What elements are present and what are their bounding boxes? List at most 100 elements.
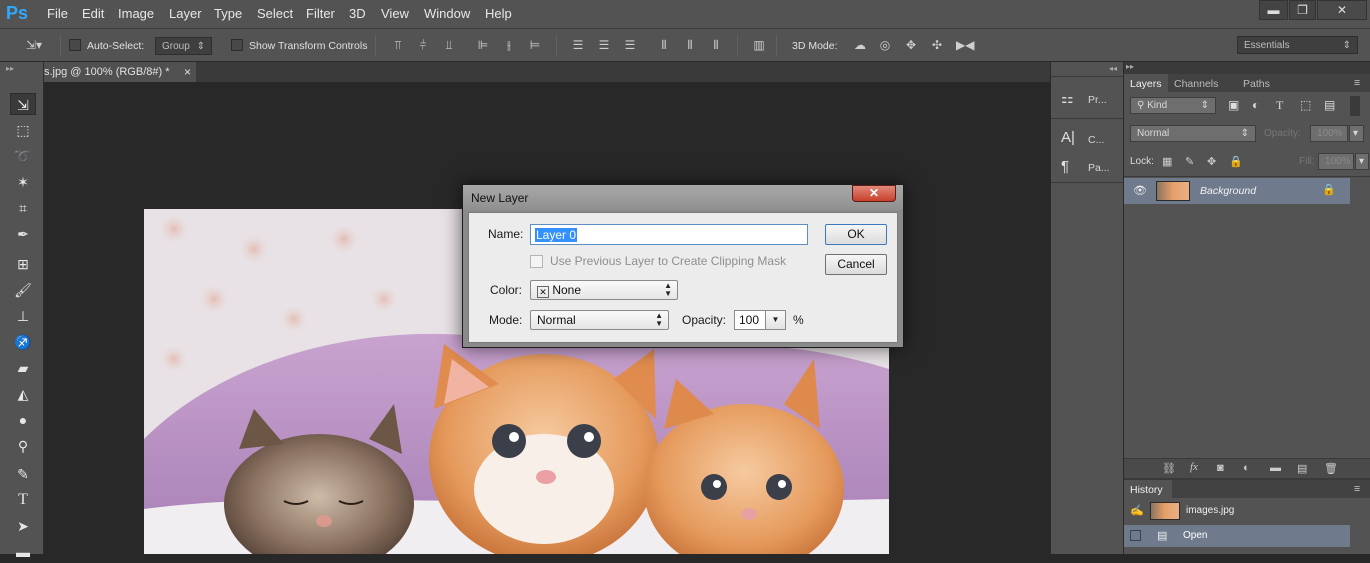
path-selection-tool-icon[interactable]: ➤ [10, 515, 36, 537]
tab-channels[interactable]: Channels [1174, 78, 1218, 90]
history-snapshot-row[interactable]: ✍ images.jpg [1124, 498, 1350, 524]
align-bottom-icon[interactable]: ⫫ [442, 38, 456, 52]
history-state-open[interactable]: ▤ Open [1124, 525, 1350, 547]
minimize-button[interactable]: ▬ [1259, 0, 1288, 20]
document-close-icon[interactable]: × [184, 65, 191, 79]
menu-layer[interactable]: Layer [169, 6, 202, 21]
opacity-field[interactable]: 100% [1310, 125, 1348, 142]
history-brush-source-icon[interactable]: ✍ [1130, 504, 1144, 517]
new-group-icon[interactable]: ▬ [1270, 462, 1281, 474]
filter-smart-object-icon[interactable]: ▤ [1324, 98, 1335, 112]
lock-all-icon[interactable]: 🔒 [1229, 155, 1243, 168]
filter-toggle[interactable] [1350, 96, 1360, 116]
lasso-tool-icon[interactable]: ➰ [10, 145, 36, 167]
distribute-top-icon[interactable]: ☰ [571, 38, 585, 52]
align-top-icon[interactable]: ⫪ [391, 38, 405, 52]
3d-rotate-icon[interactable]: ☁ [851, 38, 869, 52]
menu-filter[interactable]: Filter [306, 6, 335, 21]
link-layers-icon[interactable]: ⛓ [1162, 462, 1176, 475]
layer-name-input[interactable]: Layer 0 [530, 224, 808, 245]
clone-stamp-tool-icon[interactable]: ⊥ [10, 305, 36, 327]
opacity-input[interactable]: 100 [734, 310, 766, 330]
pen-tool-icon[interactable]: ✎ [10, 463, 36, 485]
menu-edit[interactable]: Edit [82, 6, 104, 21]
filter-type-icon[interactable]: T [1276, 98, 1283, 113]
dodge-tool-icon[interactable]: ⚲ [10, 435, 36, 457]
history-menu-icon[interactable]: ≡ [1354, 483, 1360, 495]
mini-panel-properties[interactable]: Pr... [1088, 94, 1107, 106]
distribute-vcenter-icon[interactable]: ☰ [597, 38, 611, 52]
align-hcenter-icon[interactable]: ⫲ [502, 38, 516, 52]
filter-pixel-icon[interactable]: ▣ [1228, 98, 1239, 112]
mode-dropdown[interactable]: Normal ▲ ▼ [530, 310, 669, 330]
move-tool-icon[interactable]: ⇲▾ [22, 38, 46, 52]
brush-tool-icon[interactable]: 🖌 [10, 279, 36, 301]
healing-brush-tool-icon[interactable]: ⊞ [10, 253, 36, 275]
lock-position-icon[interactable]: ✥ [1207, 155, 1216, 168]
opacity-dropdown-icon[interactable]: ▾ [1349, 125, 1364, 142]
type-tool-icon[interactable]: T [10, 489, 36, 511]
menu-type[interactable]: Type [214, 6, 242, 21]
auto-select-dropdown[interactable]: Group ⇕ [155, 37, 212, 55]
ok-button[interactable]: OK [825, 224, 887, 245]
eyedropper-tool-icon[interactable]: ✒ [10, 223, 36, 245]
blend-mode-dropdown[interactable]: Normal ⇕ [1130, 125, 1256, 142]
crop-tool-icon[interactable]: ⌗ [10, 197, 36, 219]
history-brush-tool-icon[interactable]: ♐ [10, 331, 36, 353]
adjustment-layer-icon[interactable]: ◐ [1243, 462, 1250, 474]
move-tool-icon[interactable]: ⇲ [10, 93, 36, 115]
add-mask-icon[interactable]: ◙ [1217, 462, 1224, 474]
shape-tool-icon[interactable]: ▬ [10, 541, 36, 563]
distribute-hcenter-icon[interactable]: ⦀ [683, 38, 697, 52]
filter-adjustment-icon[interactable]: ◐ [1252, 98, 1259, 112]
3d-scale-icon[interactable]: ▶◀ [956, 38, 974, 52]
distribute-bottom-icon[interactable]: ☰ [623, 38, 637, 52]
dialog-close-button[interactable]: ✕ [852, 185, 896, 202]
layer-filter-dropdown[interactable]: ⚲ Kind ⇕ [1130, 97, 1216, 114]
align-vcenter-icon[interactable]: ⫩ [416, 38, 430, 52]
paint-bucket-tool-icon[interactable]: ◭ [10, 383, 36, 405]
close-window-button[interactable]: ✕ [1317, 0, 1367, 20]
workspace-dropdown[interactable]: Essentials ⇕ [1237, 36, 1358, 54]
clipping-mask-checkbox[interactable] [530, 255, 543, 268]
panel-menu-icon[interactable]: ≡ [1354, 77, 1360, 89]
magic-wand-tool-icon[interactable]: ✶ [10, 171, 36, 193]
align-left-icon[interactable]: ⊫ [476, 38, 490, 52]
tab-paths[interactable]: Paths [1243, 78, 1270, 90]
paragraph-icon[interactable]: ¶ [1061, 158, 1069, 175]
visibility-eye-icon[interactable]: 👁 [1133, 184, 1147, 197]
distribute-right-icon[interactable]: ⦀ [709, 38, 723, 52]
mini-panel-paragraph[interactable]: Pa... [1088, 162, 1110, 174]
menu-view[interactable]: View [381, 6, 409, 21]
opacity-slider-toggle-icon[interactable]: ▼ [765, 310, 786, 330]
menu-file[interactable]: File [47, 6, 68, 21]
lock-transparent-icon[interactable]: ▦ [1162, 155, 1172, 168]
cancel-button[interactable]: Cancel [825, 254, 887, 275]
3d-roll-icon[interactable]: ◎ [878, 38, 892, 52]
tab-history[interactable]: History [1124, 480, 1172, 498]
marquee-tool-icon[interactable]: ⬚ [10, 119, 36, 141]
show-transform-checkbox[interactable] [231, 39, 243, 51]
fill-dropdown-icon[interactable]: ▾ [1355, 153, 1369, 170]
panel-collapse-icon[interactable]: ▸▸ [1126, 62, 1134, 71]
document-tab[interactable]: s.jpg @ 100% (RGB/8#) * × [44, 62, 196, 82]
eraser-tool-icon[interactable]: ▰ [10, 357, 36, 379]
color-dropdown[interactable]: ✕ None ▲ ▼ [530, 280, 678, 300]
menu-help[interactable]: Help [485, 6, 512, 21]
restore-button[interactable]: ❐ [1289, 0, 1316, 20]
3d-pan-icon[interactable]: ✥ [904, 38, 918, 52]
history-state-checkbox[interactable] [1130, 530, 1141, 541]
mini-panel-character[interactable]: C... [1088, 134, 1104, 146]
new-layer-icon[interactable]: ▤ [1297, 462, 1307, 475]
blur-tool-icon[interactable]: ● [10, 409, 36, 431]
fill-field[interactable]: 100% [1318, 153, 1354, 170]
properties-icon[interactable]: ⚏ [1061, 90, 1074, 107]
menu-3d[interactable]: 3D [349, 6, 366, 21]
tab-layers[interactable]: Layers [1124, 74, 1168, 92]
menu-image[interactable]: Image [118, 6, 154, 21]
layer-row-background[interactable]: 👁 Background 🔒 [1124, 178, 1350, 204]
lock-image-icon[interactable]: ✎ [1185, 155, 1194, 168]
3d-slide-icon[interactable]: ✣ [930, 38, 944, 52]
layer-style-icon[interactable]: fx [1190, 461, 1198, 473]
filter-shape-icon[interactable]: ⬚ [1300, 98, 1311, 112]
